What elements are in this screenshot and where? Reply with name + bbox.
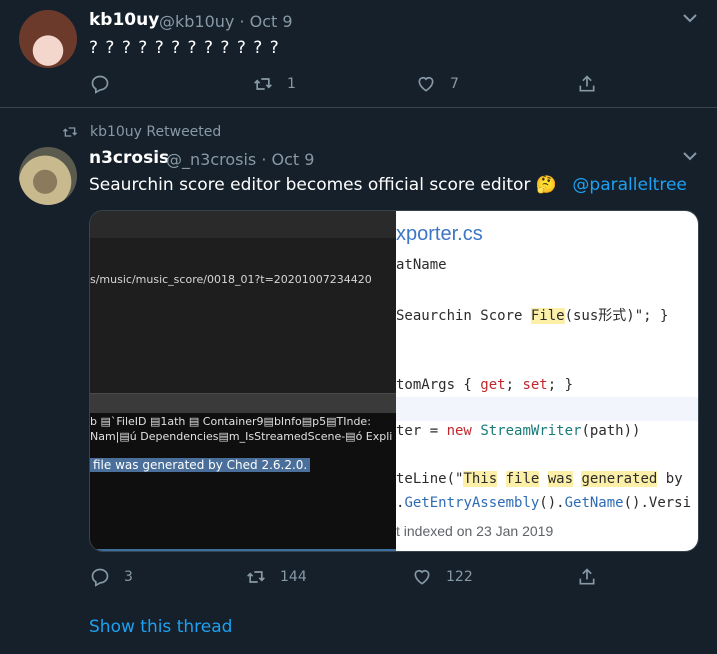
retweet-icon xyxy=(254,78,272,90)
code-line-5: teLine("This file was generated by xyxy=(396,471,683,487)
share-button[interactable] xyxy=(577,567,611,587)
chevron-down-icon[interactable] xyxy=(683,12,697,27)
media-image[interactable]: s/music/music_score/0018_01?t=2020100723… xyxy=(89,210,699,552)
share-icon xyxy=(579,568,595,585)
reply-icon xyxy=(91,75,109,94)
retweet-icon xyxy=(247,571,265,583)
hex-line-2: Nam|▤ú Dependencies▤m_IsStreamedScene-▤ó… xyxy=(90,430,393,443)
tweet-text: Seaurchin score editor becomes official … xyxy=(89,175,558,195)
retweeted-by-label: kb10uy Retweeted xyxy=(90,124,222,140)
author-name[interactable]: n3crosis xyxy=(89,148,169,168)
media-right-panel: xporter.cs atName Seaurchin Score File(s… xyxy=(396,211,698,551)
media-left-panel: s/music/music_score/0018_01?t=2020100723… xyxy=(90,211,396,551)
mention-link[interactable]: @paralleltree xyxy=(572,175,686,195)
hex-line-1: b ▤`FileID ▤1ath ▤ Container9▤bInfo▤p5▤T… xyxy=(90,415,371,428)
code-line-2: Seaurchin Score File(sus形式)"; } xyxy=(396,308,669,324)
author-name[interactable]: kb10uy xyxy=(89,10,159,30)
author-handle[interactable]: @kb10uy xyxy=(159,12,234,31)
share-button[interactable] xyxy=(577,74,611,94)
reply-button[interactable]: 3 xyxy=(90,567,133,587)
retweeted-by[interactable]: kb10uy Retweeted xyxy=(62,124,221,140)
retweet-icon xyxy=(62,127,78,137)
code-line-1: atName xyxy=(396,257,447,273)
reply-button[interactable] xyxy=(90,74,124,94)
code-line-4: ter = new StreamWriter(path)) xyxy=(396,423,641,439)
author-handle-and-date[interactable]: @kb10uy · Oct 9 xyxy=(159,12,293,31)
file-url: s/music/music_score/0018_01?t=2020100723… xyxy=(90,273,372,286)
like-button[interactable]: 7 xyxy=(416,74,459,94)
heart-icon xyxy=(418,76,434,92)
share-icon xyxy=(579,75,595,92)
chevron-down-icon[interactable] xyxy=(683,150,697,165)
tweet-date[interactable]: · Oct 9 xyxy=(261,150,314,169)
retweet-count: 144 xyxy=(280,569,307,585)
author-handle[interactable]: @_n3crosis xyxy=(166,150,256,169)
code-line-3: tomArgs { get; set; } xyxy=(396,377,574,393)
like-count: 122 xyxy=(446,569,473,585)
tweet-kb10uy[interactable]: kb10uy @kb10uy · Oct 9 ? ? ? ? ? ? ? ? ?… xyxy=(0,0,717,108)
editor-midbar xyxy=(90,393,396,413)
avatar[interactable] xyxy=(19,10,77,68)
reply-icon xyxy=(91,568,109,587)
retweet-button[interactable]: 1 xyxy=(253,74,296,94)
highlighted-row xyxy=(396,397,698,421)
like-count: 7 xyxy=(450,76,459,92)
retweet-count: 1 xyxy=(287,76,296,92)
highlighted-text: file was generated by Ched 2.6.2.0. xyxy=(90,458,311,472)
reply-count: 3 xyxy=(124,569,133,585)
code-line-6: .GetEntryAssembly().GetName().Versi xyxy=(396,495,692,511)
show-thread-link[interactable]: Show this thread xyxy=(89,617,232,637)
avatar[interactable] xyxy=(19,147,77,205)
author-handle-and-date[interactable]: @_n3crosis · Oct 9 xyxy=(166,150,314,169)
retweet-button[interactable]: 144 xyxy=(246,567,307,587)
tweet-text: ? ? ? ? ? ? ? ? ? ? ? ? xyxy=(89,38,280,58)
editor-topbar xyxy=(90,211,396,238)
like-button[interactable]: 122 xyxy=(412,567,473,587)
source-file-title: xporter.cs xyxy=(396,223,483,245)
tweet-text-row: Seaurchin score editor becomes official … xyxy=(89,175,687,195)
index-footer: t indexed on 23 Jan 2019 xyxy=(396,523,554,539)
heart-icon xyxy=(414,569,430,585)
tweet-date[interactable]: · Oct 9 xyxy=(239,12,292,31)
